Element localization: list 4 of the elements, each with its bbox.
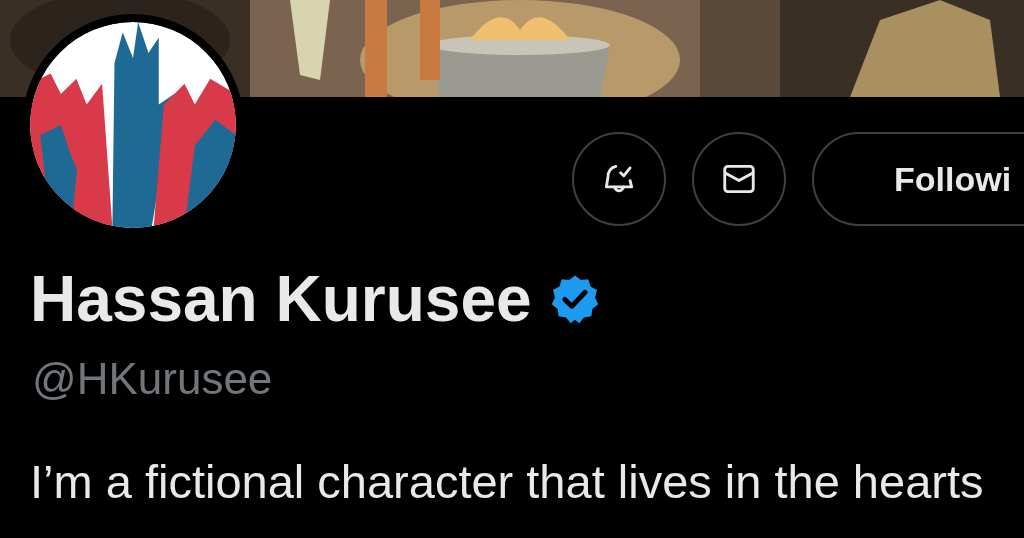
user-handle: @HKurusee — [32, 353, 274, 405]
bio-text: I’m a fictional character that lives in the hearts — [30, 454, 985, 510]
following-button[interactable]: Followi — [812, 132, 1024, 226]
display-name: Hassan Kurusee — [30, 262, 532, 337]
